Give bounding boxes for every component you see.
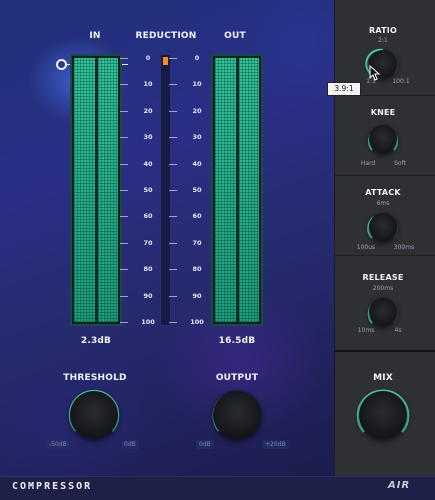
knee-label: KNEE xyxy=(370,108,396,117)
in-meter xyxy=(70,54,122,326)
release-label: RELEASE xyxy=(362,273,404,282)
ratio-top: 2:1 xyxy=(378,37,388,44)
threshold-knob[interactable] xyxy=(70,391,118,439)
reduction-meter-label: REDUCTION xyxy=(135,31,197,41)
attack-label: ATTACK xyxy=(365,188,401,197)
out-value: 16.5dB xyxy=(218,336,256,346)
threshold-min: -50dB xyxy=(46,440,70,449)
mix-knob[interactable] xyxy=(359,391,407,439)
threshold-handle[interactable] xyxy=(56,59,67,70)
knee-min: Hard xyxy=(360,160,376,167)
mouse-cursor-icon xyxy=(369,65,381,81)
compressor-plugin: IN REDUCTION OUT 0 10 20 30 40 50 60 70 80 90 100 … xyxy=(0,0,435,500)
in-meter-right-bar xyxy=(98,58,118,322)
mix-label: MIX xyxy=(373,373,393,383)
output-label: OUTPUT xyxy=(215,373,259,383)
attack-min: 100us xyxy=(356,244,376,251)
ratio-tooltip: 3.9:1 xyxy=(327,82,361,96)
attack-knob[interactable] xyxy=(369,213,397,241)
knee-max: Soft xyxy=(394,160,406,167)
knee-knob[interactable] xyxy=(369,125,397,153)
release-max: 4s xyxy=(394,327,402,334)
output-knob[interactable] xyxy=(213,391,261,439)
output-min: 0dB xyxy=(196,440,214,449)
release-knob[interactable] xyxy=(369,298,397,326)
divider xyxy=(334,350,435,352)
in-meter-label: IN xyxy=(89,31,101,41)
output-max: +20dB xyxy=(262,440,289,449)
threshold-label: THRESHOLD xyxy=(63,373,127,383)
ratio-label: RATIO xyxy=(369,26,397,35)
attack-max: 300ms xyxy=(393,244,415,251)
plugin-title: COMPRESSOR xyxy=(12,481,93,492)
in-meter-left-bar xyxy=(74,58,95,322)
threshold-max: 0dB xyxy=(121,440,139,449)
out-meter-label: OUT xyxy=(224,31,246,41)
out-meter-right-bar xyxy=(239,58,259,322)
out-meter xyxy=(211,54,263,326)
release-top: 200ms xyxy=(372,285,394,292)
in-value: 2.3dB xyxy=(80,336,112,346)
attack-top: 6ms xyxy=(376,200,390,207)
brand-logo: AIR xyxy=(388,480,411,491)
divider xyxy=(334,255,435,256)
release-min: 10ms xyxy=(357,327,375,334)
divider xyxy=(334,175,435,176)
out-meter-left-bar xyxy=(215,58,236,322)
ratio-max: 100:1 xyxy=(392,78,410,85)
